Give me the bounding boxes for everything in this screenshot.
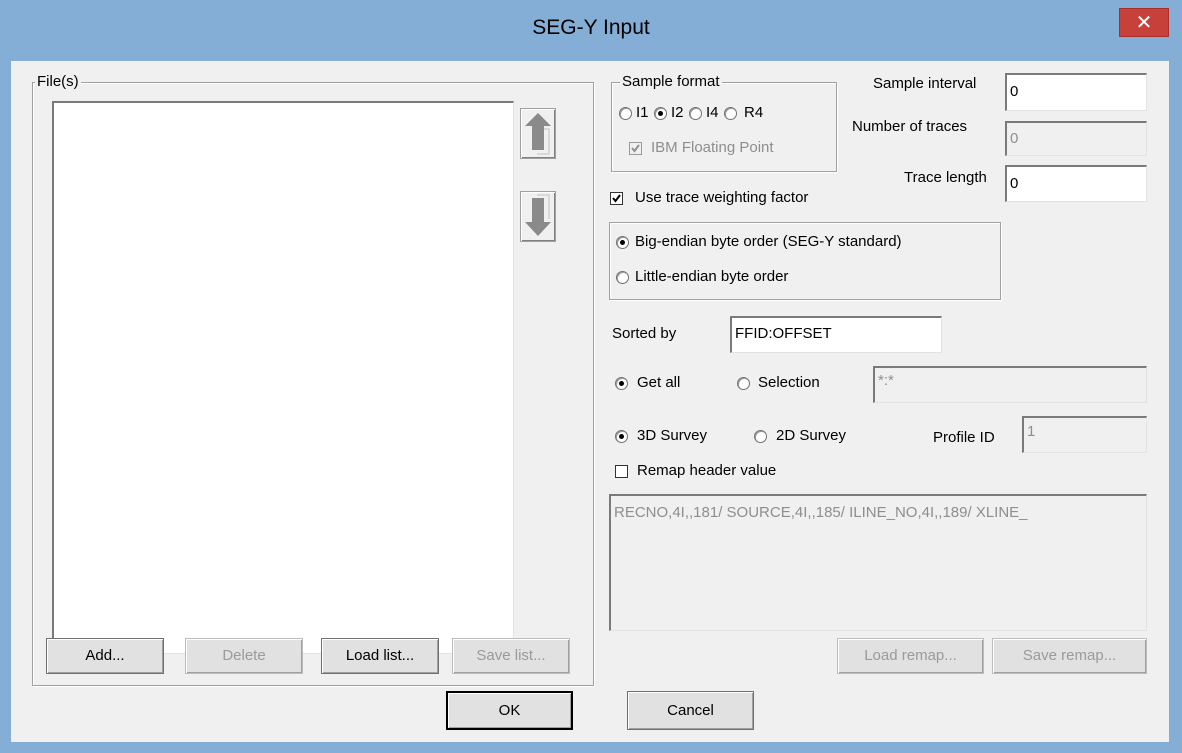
window-title: SEG-Y Input <box>532 16 650 39</box>
ok-button[interactable]: OK <box>446 691 573 730</box>
use-trace-weighting-checkbox[interactable] <box>610 192 623 205</box>
format-i1-label: I1 <box>636 104 649 121</box>
survey-2d-label: 2D Survey <box>776 427 847 444</box>
number-of-traces-field: 0 <box>1005 121 1147 156</box>
get-all-radio[interactable] <box>615 377 628 390</box>
ibm-floating-point-label: IBM Floating Point <box>651 139 774 156</box>
close-button[interactable]: ✕ <box>1119 8 1169 37</box>
sorted-by-input[interactable]: FFID:OFFSET <box>730 316 942 353</box>
move-down-button[interactable] <box>520 191 556 242</box>
save-list-button[interactable]: Save list... <box>452 638 570 674</box>
files-group-label: File(s) <box>35 73 81 90</box>
format-i4-label: I4 <box>706 104 719 121</box>
file-list[interactable] <box>52 101 514 654</box>
selection-label: Selection <box>758 374 820 391</box>
get-all-label: Get all <box>637 374 681 391</box>
dialog-client-area: File(s) Add... Delete Load list... Save … <box>11 61 1169 742</box>
checkmark-icon <box>631 144 640 153</box>
sorted-by-label: Sorted by <box>612 325 677 342</box>
survey-3d-radio[interactable] <box>615 430 628 443</box>
remap-header-checkbox[interactable] <box>615 465 628 478</box>
delete-button[interactable]: Delete <box>185 638 303 674</box>
trace-length-label: Trace length <box>904 169 987 186</box>
ibm-floating-point-checkbox[interactable] <box>629 142 642 155</box>
selection-input[interactable]: *:* <box>873 366 1147 403</box>
arrow-down-icon <box>525 194 551 236</box>
selection-radio[interactable] <box>737 377 750 390</box>
profile-id-label: Profile ID <box>933 429 995 446</box>
move-up-button[interactable] <box>520 108 556 159</box>
format-i2-label: I2 <box>671 104 684 121</box>
format-r4-radio[interactable] <box>724 107 737 120</box>
sample-format-group <box>611 82 837 172</box>
sample-interval-input[interactable]: 0 <box>1005 73 1147 111</box>
number-of-traces-label: Number of traces <box>852 118 968 135</box>
big-endian-label: Big-endian byte order (SEG-Y standard) <box>635 233 902 250</box>
close-icon: ✕ <box>1135 10 1153 34</box>
load-list-button[interactable]: Load list... <box>321 638 439 674</box>
format-i4-radio[interactable] <box>689 107 702 120</box>
save-remap-button[interactable]: Save remap... <box>992 638 1147 674</box>
trace-length-input[interactable]: 0 <box>1005 165 1147 202</box>
little-endian-radio[interactable] <box>616 271 629 284</box>
checkmark-icon <box>612 194 621 203</box>
survey-2d-radio[interactable] <box>754 430 767 443</box>
survey-3d-label: 3D Survey <box>637 427 708 444</box>
sample-format-group-label: Sample format <box>620 73 722 90</box>
remap-header-label: Remap header value <box>637 462 777 479</box>
little-endian-label: Little-endian byte order <box>635 268 789 285</box>
remap-textarea[interactable]: RECNO,4I,,181/ SOURCE,4I,,185/ ILINE_NO,… <box>609 494 1147 631</box>
dialog-window: SEG-Y Input ✕ File(s) Add... Delete Load… <box>0 0 1182 753</box>
load-remap-button[interactable]: Load remap... <box>837 638 984 674</box>
big-endian-radio[interactable] <box>616 236 629 249</box>
format-i1-radio[interactable] <box>619 107 632 120</box>
add-button[interactable]: Add... <box>46 638 164 674</box>
format-i2-radio[interactable] <box>654 107 667 120</box>
arrow-up-icon <box>525 113 551 155</box>
sample-interval-label: Sample interval <box>873 75 977 92</box>
profile-id-input[interactable]: 1 <box>1022 416 1147 453</box>
format-r4-label: R4 <box>744 104 764 121</box>
use-trace-weighting-label: Use trace weighting factor <box>635 189 809 206</box>
title-bar[interactable]: SEG-Y Input ✕ <box>0 0 1182 62</box>
cancel-button[interactable]: Cancel <box>627 691 754 730</box>
